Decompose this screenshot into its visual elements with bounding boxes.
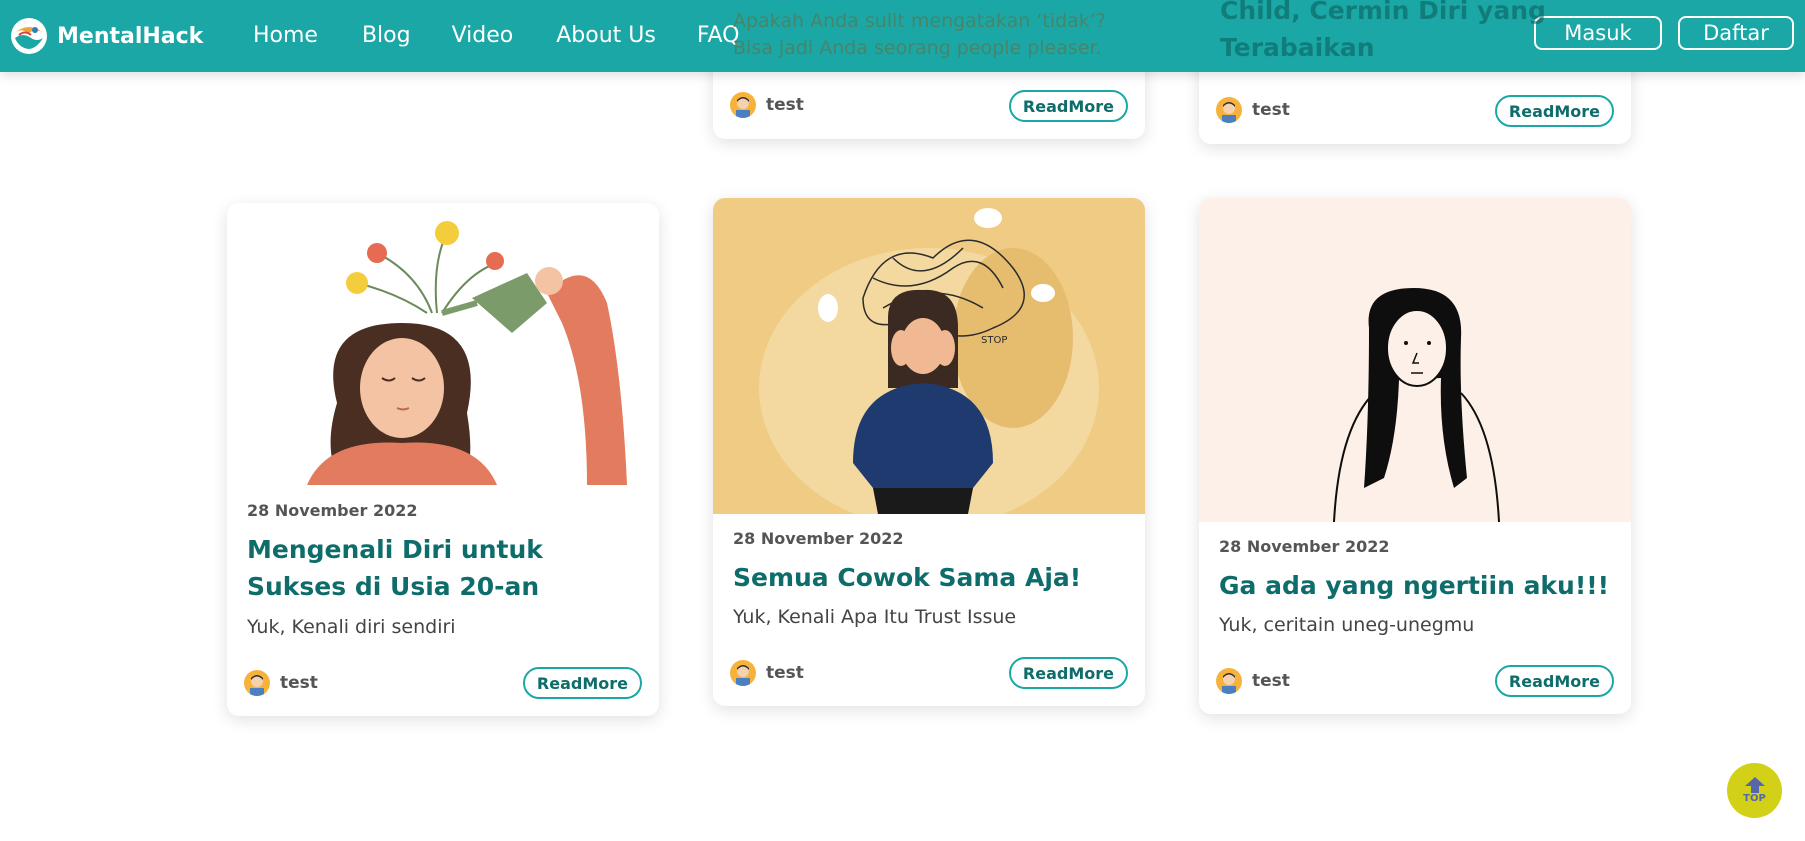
title-line: Child, Cermin Diri yang — [1220, 0, 1546, 25]
author-name: test — [766, 95, 804, 115]
card-author: test — [244, 670, 318, 696]
brand-name: MentalHack — [57, 23, 204, 49]
author-avatar — [730, 92, 756, 118]
card-author: test — [730, 92, 804, 118]
partial-card-1-excerpt: Apakah Anda sulit mengatakan ‘tidak’? Bi… — [733, 8, 1106, 62]
nav-home[interactable]: Home — [253, 23, 318, 48]
register-button[interactable]: Daftar — [1678, 16, 1794, 50]
card-title[interactable]: Semua Cowok Sama Aja! — [733, 559, 1128, 596]
card-image — [227, 203, 659, 485]
readmore-button[interactable]: ReadMore — [1494, 665, 1614, 697]
author-name: test — [1252, 100, 1290, 120]
card-date: 28 November 2022 — [1219, 537, 1390, 556]
author-name: test — [766, 663, 804, 683]
readmore-button[interactable]: ReadMore — [1008, 657, 1128, 689]
excerpt-line: Bisa jadi Anda seorang people pleaser. — [733, 37, 1102, 59]
author-avatar — [1216, 97, 1242, 123]
card-image — [1199, 198, 1631, 523]
card-title[interactable]: Ga ada yang ngertiin aku!!! — [1219, 567, 1614, 604]
login-button[interactable]: Masuk — [1534, 16, 1662, 50]
nav-about-us[interactable]: About Us — [556, 23, 656, 48]
svg-text:STOP: STOP — [981, 335, 1007, 346]
arrow-up-icon — [1744, 777, 1765, 793]
card-excerpt: Yuk, ceritain uneg-unegmu — [1219, 614, 1475, 636]
nav-blog[interactable]: Blog — [362, 23, 411, 48]
top-label: TOP — [1743, 793, 1766, 804]
card-author: test — [1216, 668, 1290, 694]
author-avatar — [244, 670, 270, 696]
brand[interactable]: MentalHack — [11, 18, 203, 54]
article-card: STOP 28 November 2022 Semua Cowok Sama A… — [713, 198, 1145, 706]
card-title[interactable]: Mengenali Diri untuk Sukses di Usia 20-a… — [247, 531, 642, 605]
title-line: Terabaikan — [1220, 33, 1375, 62]
readmore-button[interactable]: ReadMore — [1008, 90, 1128, 122]
card-author: test — [1216, 97, 1290, 123]
card-date: 28 November 2022 — [247, 501, 418, 520]
card-image: STOP — [713, 198, 1145, 528]
article-card: 28 November 2022 Ga ada yang ngertiin ak… — [1199, 198, 1631, 714]
author-name: test — [280, 673, 318, 693]
author-avatar — [730, 660, 756, 686]
article-card: 28 November 2022 Mengenali Diri untuk Su… — [227, 203, 659, 716]
card-date: 28 November 2022 — [733, 529, 904, 548]
brand-logo-icon — [11, 18, 47, 54]
card-excerpt: Yuk, Kenali diri sendiri — [247, 616, 456, 638]
nav-video[interactable]: Video — [452, 23, 514, 48]
readmore-button[interactable]: ReadMore — [1494, 95, 1614, 127]
card-author: test — [730, 660, 804, 686]
author-avatar — [1216, 668, 1242, 694]
author-name: test — [1252, 671, 1290, 691]
nav-links: Home Blog Video About Us FAQ — [253, 23, 739, 48]
excerpt-line: Apakah Anda sulit mengatakan ‘tidak’? — [733, 10, 1106, 32]
readmore-button[interactable]: ReadMore — [522, 667, 642, 699]
partial-card-2-title: Child, Cermin Diri yang Terabaikan — [1220, 0, 1546, 66]
card-excerpt: Yuk, Kenali Apa Itu Trust Issue — [733, 606, 1017, 628]
back-to-top-button[interactable]: TOP — [1727, 763, 1782, 818]
